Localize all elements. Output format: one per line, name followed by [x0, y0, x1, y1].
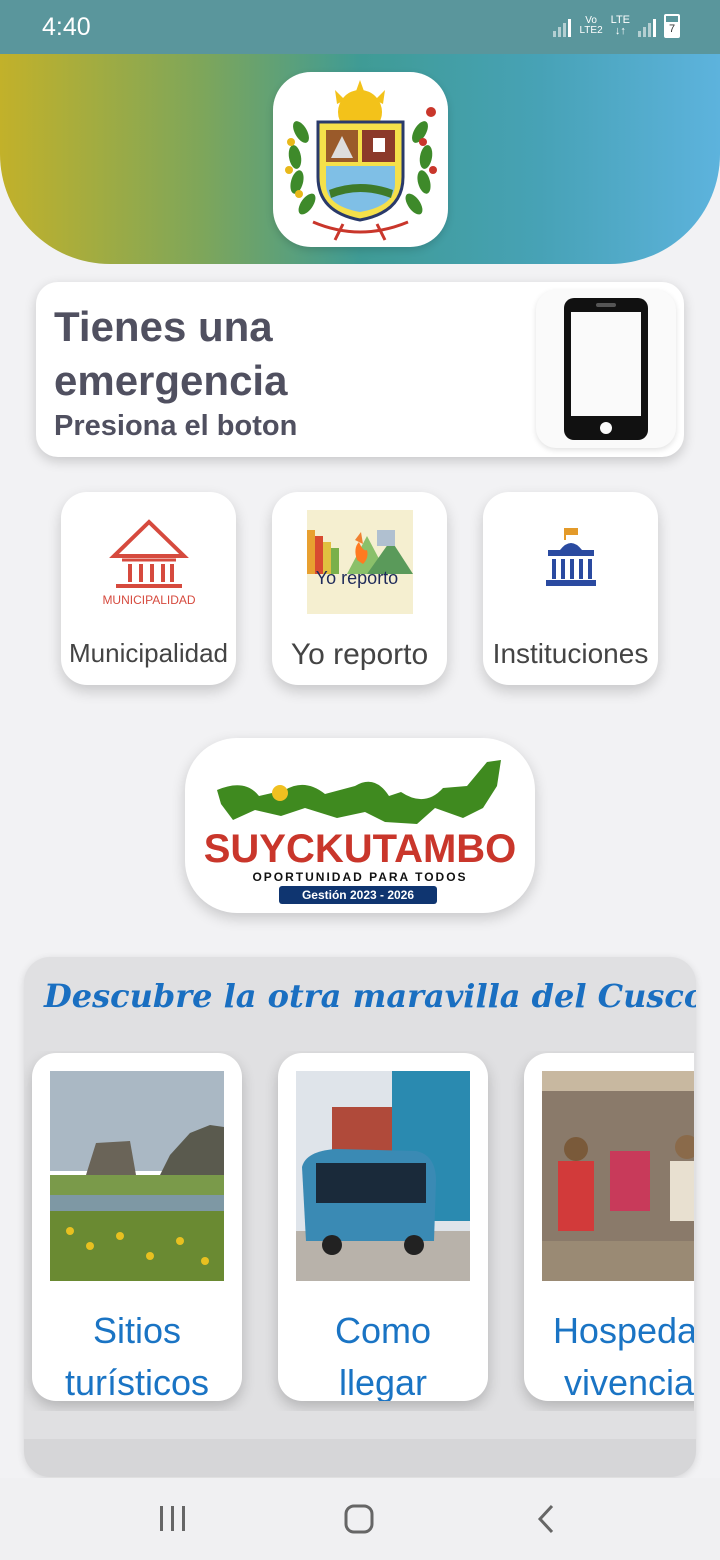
bus-photo [296, 1071, 470, 1281]
emergency-title: Tienes una emergencia [54, 303, 288, 404]
card-sitios-turisticos[interactable]: Sitios turísticos [32, 1053, 242, 1401]
tile-municipalidad[interactable]: MUNICIPALIDAD Municipalidad [61, 492, 236, 685]
tile-label-municipalidad: Municipalidad [69, 638, 228, 668]
card-como-llegar[interactable]: Como llegar [278, 1053, 488, 1401]
municipalidad-caption: MUNICIPALIDAD [102, 593, 195, 607]
municipal-building-icon: MUNICIPALIDAD [102, 519, 196, 607]
card-label-sitios-turisticos: Sitios turísticos [64, 1310, 210, 1401]
tile-label-yo-reporto: Yo reporto [290, 638, 429, 671]
status-time: 4:40 [42, 13, 91, 41]
government-building-icon [546, 528, 596, 586]
signal-icon [553, 15, 572, 37]
smartphone-icon [564, 298, 648, 440]
card-hospedaje[interactable]: Hospedaj vivencia [524, 1053, 694, 1401]
phone-button[interactable] [536, 290, 676, 448]
lte-indicator: LTE ↓↑ [610, 14, 630, 37]
home-icon[interactable] [342, 1502, 376, 1536]
card-label-hospedaje: Hospedaj vivencia [552, 1310, 694, 1401]
emergency-subtitle: Presiona el boton [54, 410, 298, 442]
discover-title: Descubre la otra maravilla del Cusco [44, 977, 696, 1015]
emergency-button[interactable]: Tienes una emergencia Presiona el boton [36, 282, 684, 457]
status-icons: Vo LTE2 LTE ↓↑ 7 [553, 14, 680, 38]
status-bar: 4:40 Vo LTE2 LTE ↓↑ 7 [0, 0, 720, 54]
tile-yo-reporto[interactable]: Yo reporto Yo reporto [272, 492, 447, 685]
navigation-bar [0, 1478, 720, 1560]
landscape-photo [50, 1071, 224, 1281]
suyckutambo-logo: SUYCKUTAMBO OPORTUNIDAD PARA TODOS Gesti… [204, 760, 517, 904]
tile-instituciones[interactable]: Instituciones [483, 492, 658, 685]
logo-slogan: OPORTUNIDAD PARA TODOS [252, 870, 467, 884]
horizontal-scrollbar[interactable] [24, 1439, 696, 1477]
discover-carousel[interactable]: Sitios turísticos Como llegar Hospedaj v… [24, 1051, 694, 1411]
signal-icon-2 [638, 15, 656, 37]
volte-indicator: Vo LTE2 [579, 15, 603, 36]
battery-icon: 7 [664, 14, 680, 38]
coat-of-arms-icon [285, 80, 437, 241]
report-icon: Yo reporto [307, 510, 413, 614]
people-photo [542, 1071, 694, 1281]
battery-level: 7 [666, 22, 678, 36]
back-icon[interactable] [532, 1502, 562, 1536]
yo-reporto-caption: Yo reporto [316, 568, 398, 588]
suyckutambo-logo-card[interactable]: SUYCKUTAMBO OPORTUNIDAD PARA TODOS Gesti… [185, 738, 535, 913]
recents-icon[interactable] [156, 1504, 190, 1534]
logo-term: Gestión 2023 - 2026 [302, 888, 414, 902]
card-label-como-llegar: Como llegar [334, 1310, 432, 1401]
logo-name: SUYCKUTAMBO [204, 827, 517, 871]
discover-section: Descubre la otra maravilla del Cusco Sit… [24, 957, 696, 1477]
crest-logo [273, 72, 448, 247]
tile-label-instituciones: Instituciones [492, 638, 649, 669]
